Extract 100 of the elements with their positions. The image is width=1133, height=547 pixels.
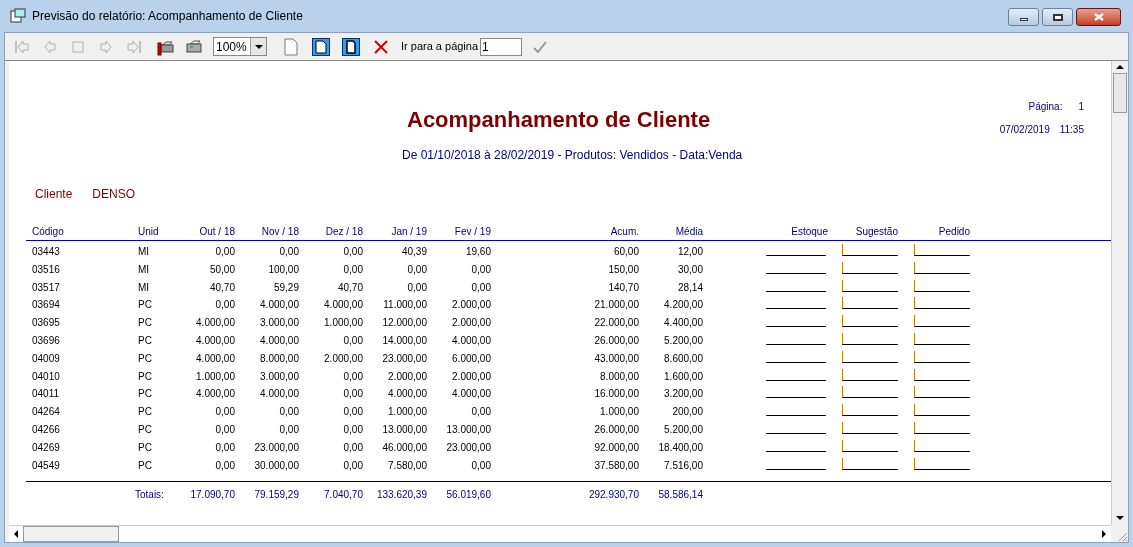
table-cell-text: PC [138, 458, 153, 473]
table-cell-text: 04266 [32, 422, 61, 437]
table-cell-text: 04010 [32, 369, 61, 384]
table-cell-text: 17.090,70 [189, 488, 235, 503]
close-icon [373, 38, 389, 55]
table-cell-text: 03695 [32, 316, 61, 331]
table-cell-text: 0,00 [214, 405, 235, 420]
resize-grip-icon[interactable] [1116, 530, 1128, 542]
table-cell-text: 100,00 [267, 262, 299, 277]
column-header: Out / 18 [198, 225, 235, 239]
fill-in-line[interactable] [842, 368, 898, 381]
column-header: Fev / 19 [453, 225, 491, 239]
table-cell-text: 2.000,00 [323, 351, 363, 366]
fill-in-line[interactable] [842, 386, 898, 399]
column-header: Dez / 18 [324, 225, 363, 239]
table-cell-text: 23.000,00 [445, 440, 491, 455]
table-cell-text: 5.200,00 [663, 334, 703, 348]
table-cell-text: 3.200,00 [663, 387, 703, 402]
table-cell-text: 13.000,00 [445, 422, 491, 437]
table-cell-text: 28,14 [676, 280, 703, 295]
table-cell-text: PC [138, 316, 153, 331]
page-number-field[interactable]: 1 [480, 37, 523, 56]
table-cell-text: 40,70 [208, 280, 235, 295]
fill-in-line[interactable] [914, 333, 970, 345]
fill-in-line[interactable] [842, 404, 898, 417]
table-cell-text: 0,00 [342, 440, 363, 455]
table-cell-text: 37.580,00 [593, 458, 639, 473]
fill-in-line[interactable] [914, 368, 970, 381]
table-cell-text: 04549 [32, 458, 61, 473]
fill-in-line[interactable] [842, 421, 898, 434]
table-cell-text: 4.000,00 [259, 334, 299, 348]
fill-in-line[interactable] [842, 457, 898, 470]
horizontal-scrollbar[interactable] [9, 525, 1111, 542]
fill-in-line[interactable] [914, 261, 970, 274]
table-cell-text: 56.019,60 [445, 488, 491, 503]
column-header: Jan / 19 [390, 225, 427, 239]
fill-in-line[interactable] [914, 315, 970, 328]
app-icon [10, 8, 26, 24]
page-view-button[interactable] [341, 36, 361, 57]
zoom-dropdown[interactable]: 100% [213, 37, 267, 56]
table-cell-text: 150,00 [607, 262, 639, 277]
table-cell-text: 0,00 [214, 298, 235, 313]
table-cell-text: 2.000,00 [451, 298, 491, 313]
fill-in-line[interactable] [842, 279, 898, 292]
fill-in-line[interactable] [842, 350, 898, 363]
print-button[interactable] [185, 37, 203, 56]
close-icon [1093, 13, 1104, 21]
table-cell-text: 4.000,00 [387, 387, 427, 402]
fill-in-line[interactable] [842, 261, 898, 274]
table-cell-text: 22.000,00 [593, 316, 639, 331]
table-cell-text: 14.000,00 [381, 334, 427, 348]
table-cell-text: 23.000,00 [253, 440, 299, 455]
window-title: Previsão do relatório: Acompanhamento de Cliente [32, 8, 303, 25]
table-cell-text: 4.200,00 [663, 298, 703, 313]
page-view-button[interactable] [311, 36, 331, 57]
table-cell-text: 03696 [32, 334, 61, 348]
table-cell-text: 2.000,00 [451, 369, 491, 384]
table-cell-text: 0,00 [470, 280, 491, 295]
table-cell-text: 0,00 [214, 422, 235, 437]
table-cell-text: 50,00 [208, 262, 235, 277]
table-cell-text: 140,70 [607, 280, 639, 295]
page-icon [284, 37, 298, 56]
print-date: 07/02/2019 [999, 123, 1050, 137]
scrollbar-thumb[interactable] [23, 526, 119, 542]
scrollbar-thumb[interactable] [1113, 73, 1127, 113]
table-cell-text: 133.620,39 [375, 488, 427, 503]
fill-in-line[interactable] [914, 386, 970, 399]
table-cell-text: 4.000,00 [195, 334, 235, 348]
fill-in-line[interactable] [842, 315, 898, 328]
maximize-button[interactable] [1042, 8, 1073, 26]
table-cell-text: 79.159,29 [253, 488, 299, 503]
minimize-button[interactable] [1008, 8, 1039, 26]
table-cell-text: PC [138, 351, 153, 366]
column-header: Estoque [790, 225, 828, 239]
printer-icon [185, 37, 203, 56]
table-cell-text: MI [138, 245, 151, 259]
table-cell-text: PC [138, 387, 153, 402]
fill-in-line[interactable] [914, 439, 970, 452]
table-cell-text: 40,70 [336, 280, 363, 295]
fill-in-line[interactable] [914, 244, 970, 256]
fill-in-line[interactable] [914, 350, 970, 363]
fill-in-line[interactable] [914, 457, 970, 470]
fill-in-line[interactable] [914, 404, 970, 417]
table-cell-text: 26.000,00 [593, 334, 639, 348]
close-button[interactable] [1076, 8, 1121, 26]
fill-in-line[interactable] [914, 421, 970, 434]
table-cell-text: 59,29 [272, 280, 299, 295]
fill-in-line[interactable] [842, 244, 898, 256]
fill-in-line[interactable] [842, 439, 898, 452]
fill-in-line[interactable] [914, 297, 970, 310]
table-cell-text: 2.000,00 [387, 369, 427, 384]
fill-in-line[interactable] [842, 333, 898, 345]
table-cell-text: 0,00 [342, 387, 363, 402]
column-header: Nov / 18 [260, 225, 299, 239]
fill-in-line[interactable] [914, 279, 970, 292]
vertical-scrollbar[interactable] [1111, 61, 1128, 525]
table-cell-text: PC [138, 369, 153, 384]
table-cell-text: 60,00 [612, 245, 639, 259]
fill-in-line[interactable] [842, 297, 898, 310]
table-cell-text: 04264 [32, 405, 61, 420]
